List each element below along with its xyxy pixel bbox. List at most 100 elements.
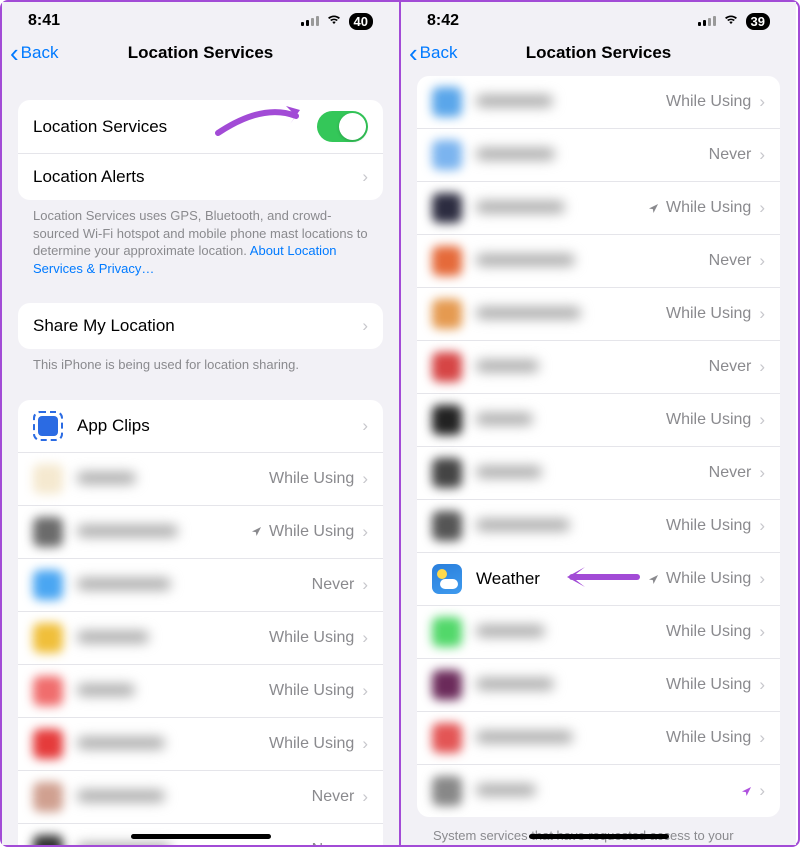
location-status: While Using bbox=[666, 570, 751, 588]
chevron-right-icon: › bbox=[362, 734, 368, 754]
row-app[interactable]: WeatherWhile Using › bbox=[417, 553, 780, 606]
chevron-right-icon: › bbox=[362, 840, 368, 845]
location-status: Never bbox=[312, 576, 355, 594]
row-app[interactable]: While Using › bbox=[18, 612, 383, 665]
chevron-right-icon: › bbox=[362, 681, 368, 701]
row-app[interactable]: While Using › bbox=[18, 506, 383, 559]
app-icon bbox=[33, 676, 63, 706]
chevron-right-icon: › bbox=[759, 92, 765, 112]
battery-level: 39 bbox=[746, 13, 770, 30]
app-icon bbox=[33, 835, 63, 845]
group-apps: App Clips › While Using › While Using › … bbox=[18, 400, 383, 845]
location-status: While Using bbox=[666, 517, 751, 535]
app-icon bbox=[33, 464, 63, 494]
app-name-blurred bbox=[77, 787, 312, 807]
annotation-arrow bbox=[208, 100, 308, 138]
app-icon bbox=[432, 193, 462, 223]
home-indicator bbox=[529, 834, 669, 839]
app-icon bbox=[432, 246, 462, 276]
app-icon bbox=[432, 458, 462, 488]
row-app[interactable]: Never › bbox=[18, 771, 383, 824]
location-status: While Using bbox=[666, 199, 751, 217]
app-name-blurred bbox=[476, 198, 647, 218]
group-share: Share My Location › bbox=[18, 303, 383, 349]
chevron-right-icon: › bbox=[759, 410, 765, 430]
nav-bar: ‹ Back Location Services bbox=[401, 34, 796, 74]
row-app[interactable]: While Using › bbox=[417, 500, 780, 553]
wifi-icon bbox=[325, 12, 343, 30]
toggle-location-services[interactable] bbox=[317, 111, 368, 142]
app-name-blurred bbox=[476, 516, 666, 536]
row-location-alerts[interactable]: Location Alerts › bbox=[18, 154, 383, 200]
app-name-blurred bbox=[77, 469, 269, 489]
footer-description: Location Services uses GPS, Bluetooth, a… bbox=[18, 200, 383, 277]
chevron-right-icon: › bbox=[362, 316, 368, 336]
chevron-right-icon: › bbox=[759, 728, 765, 748]
location-status: Never bbox=[709, 146, 752, 164]
chevron-right-icon: › bbox=[759, 198, 765, 218]
status-time: 8:42 bbox=[427, 12, 459, 30]
status-time: 8:41 bbox=[28, 12, 60, 30]
home-indicator bbox=[131, 834, 271, 839]
legend: System services that have requested acce… bbox=[417, 817, 780, 845]
row-share-location[interactable]: Share My Location › bbox=[18, 303, 383, 349]
app-name-blurred bbox=[77, 628, 269, 648]
app-name-blurred bbox=[476, 622, 666, 642]
row-app[interactable]: While Using › bbox=[417, 659, 780, 712]
location-status: While Using bbox=[666, 305, 751, 323]
weather-app-icon bbox=[432, 564, 462, 594]
app-icon bbox=[33, 623, 63, 653]
app-icon bbox=[432, 723, 462, 753]
app-icon bbox=[33, 517, 63, 547]
app-name-blurred bbox=[77, 522, 250, 542]
location-status: Never bbox=[312, 788, 355, 806]
chevron-right-icon: › bbox=[759, 781, 765, 801]
location-arrow-grey-icon bbox=[647, 202, 660, 215]
nav-bar: ‹ Back Location Services bbox=[2, 34, 399, 74]
chevron-right-icon: › bbox=[759, 357, 765, 377]
app-name-blurred bbox=[476, 357, 709, 377]
footer-share: This iPhone is being used for location s… bbox=[18, 349, 383, 374]
status-bar: 8:41 40 bbox=[2, 2, 399, 34]
chevron-right-icon: › bbox=[759, 463, 765, 483]
chevron-right-icon: › bbox=[759, 675, 765, 695]
row-app[interactable]: Never › bbox=[417, 129, 780, 182]
row-app[interactable]: While Using › bbox=[18, 453, 383, 506]
app-name-blurred bbox=[476, 410, 666, 430]
chevron-right-icon: › bbox=[362, 416, 368, 436]
row-app[interactable]: While Using › bbox=[417, 606, 780, 659]
chevron-right-icon: › bbox=[362, 522, 368, 542]
row-app[interactable]: Never › bbox=[417, 341, 780, 394]
row-app[interactable]: › bbox=[417, 765, 780, 817]
row-app[interactable]: Never › bbox=[417, 447, 780, 500]
app-icon bbox=[33, 729, 63, 759]
chevron-right-icon: › bbox=[759, 569, 765, 589]
row-app[interactable]: While Using › bbox=[417, 712, 780, 765]
chevron-right-icon: › bbox=[759, 516, 765, 536]
status-right: 39 bbox=[698, 12, 770, 30]
app-icon bbox=[432, 352, 462, 382]
row-app[interactable]: While Using › bbox=[417, 76, 780, 129]
row-app[interactable]: While Using › bbox=[18, 665, 383, 718]
row-app[interactable]: While Using › bbox=[417, 182, 780, 235]
row-app[interactable]: Never › bbox=[18, 559, 383, 612]
row-app[interactable]: While Using › bbox=[18, 718, 383, 771]
location-status: While Using bbox=[666, 411, 751, 429]
location-arrow-grey-icon bbox=[647, 573, 660, 586]
row-app[interactable]: While Using › bbox=[417, 288, 780, 341]
chevron-right-icon: › bbox=[759, 304, 765, 324]
app-icon bbox=[432, 87, 462, 117]
app-name-blurred bbox=[476, 675, 666, 695]
row-app[interactable]: Never › bbox=[417, 235, 780, 288]
location-status: Never bbox=[709, 252, 752, 270]
signal-icon bbox=[301, 16, 319, 26]
group-apps: While Using › Never › While Using › Neve… bbox=[417, 76, 780, 817]
app-icon bbox=[432, 776, 462, 806]
row-app-clips[interactable]: App Clips › bbox=[18, 400, 383, 453]
back-button[interactable]: ‹ Back bbox=[10, 40, 58, 66]
row-location-services[interactable]: Location Services bbox=[18, 100, 383, 154]
app-name-blurred bbox=[476, 463, 709, 483]
row-app[interactable]: While Using › bbox=[417, 394, 780, 447]
back-button[interactable]: ‹ Back bbox=[409, 40, 457, 66]
status-bar: 8:42 39 bbox=[401, 2, 796, 34]
